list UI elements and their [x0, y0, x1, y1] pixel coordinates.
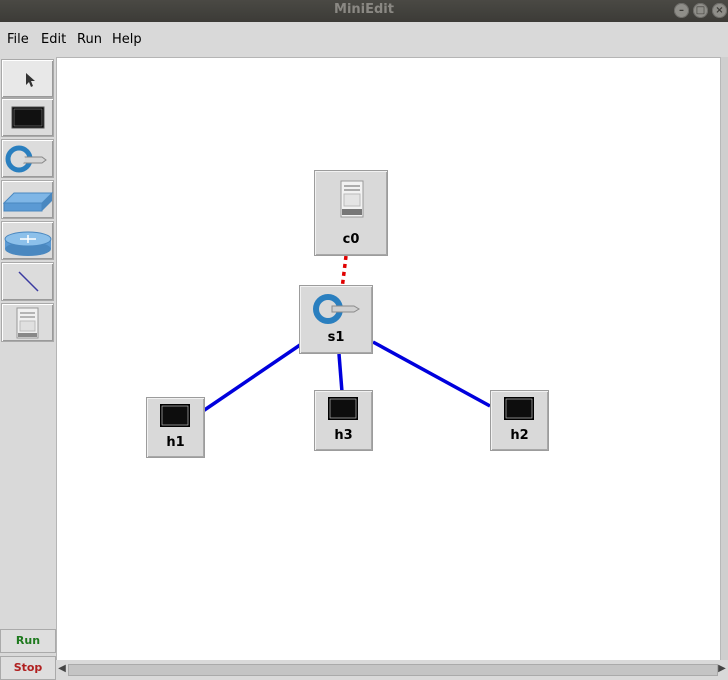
close-icon: ×: [715, 5, 724, 16]
links-layer: [202, 255, 491, 413]
title-bar: MiniEdit – □ ×: [0, 0, 728, 22]
minimize-button[interactable]: –: [674, 3, 689, 18]
legacy-router-icon: [4, 231, 52, 256]
node-c0[interactable]: c0: [314, 170, 388, 256]
pointer-icon: [26, 73, 35, 87]
node-h2[interactable]: h2: [490, 390, 549, 451]
scroll-right-icon[interactable]: ▶: [717, 663, 727, 675]
stop-button[interactable]: Stop: [0, 656, 56, 680]
close-button[interactable]: ×: [712, 3, 727, 18]
host-icon: [11, 106, 45, 129]
maximize-button[interactable]: □: [693, 3, 708, 18]
legacy-router-tool[interactable]: [1, 221, 54, 260]
menu-bar: File Edit Run Help: [0, 22, 728, 56]
host-tool[interactable]: [1, 98, 54, 137]
link-s1-h3[interactable]: [337, 353, 344, 393]
link-icon: [18, 271, 39, 292]
topology-canvas[interactable]: c0 s1 h1 h3 h2: [56, 57, 722, 661]
node-s1[interactable]: s1: [299, 285, 373, 354]
host-icon: [328, 397, 358, 420]
node-label-s1: s1: [327, 330, 345, 345]
node-h1[interactable]: h1: [146, 397, 205, 458]
vertical-scrollbar[interactable]: [720, 57, 728, 661]
legacy-switch-tool[interactable]: [1, 180, 54, 219]
node-label-h1: h1: [166, 435, 185, 450]
window-title: MiniEdit: [334, 2, 394, 17]
openflow-switch-icon: [313, 294, 360, 324]
menu-file[interactable]: File: [7, 32, 29, 47]
menu-edit[interactable]: Edit: [41, 32, 66, 47]
link-tool[interactable]: [1, 262, 54, 301]
node-h3[interactable]: h3: [314, 390, 373, 451]
scrollbar-track[interactable]: [68, 664, 718, 676]
link-s1-h1[interactable]: [202, 343, 301, 413]
link-s1-h2[interactable]: [372, 340, 491, 408]
host-icon: [160, 404, 190, 427]
node-label-h2: h2: [510, 428, 529, 443]
menu-help[interactable]: Help: [112, 32, 142, 47]
scroll-left-icon[interactable]: ◀: [57, 663, 67, 675]
menu-run[interactable]: Run: [77, 32, 102, 47]
maximize-icon: □: [695, 5, 706, 16]
minimize-icon: –: [679, 5, 684, 16]
controller-icon: [340, 180, 364, 218]
node-label-c0: c0: [342, 232, 360, 247]
select-tool[interactable]: [1, 59, 54, 98]
controller-tool[interactable]: [1, 303, 54, 342]
switch-tool[interactable]: [1, 139, 54, 178]
horizontal-scrollbar[interactable]: ◀ ▶: [56, 660, 728, 679]
openflow-switch-icon: [5, 145, 47, 173]
tool-palette: [0, 57, 57, 657]
run-button[interactable]: Run: [0, 629, 56, 653]
controller-icon: [16, 307, 39, 339]
host-icon: [504, 397, 534, 420]
node-label-h3: h3: [334, 428, 353, 443]
legacy-switch-icon: [2, 192, 53, 212]
